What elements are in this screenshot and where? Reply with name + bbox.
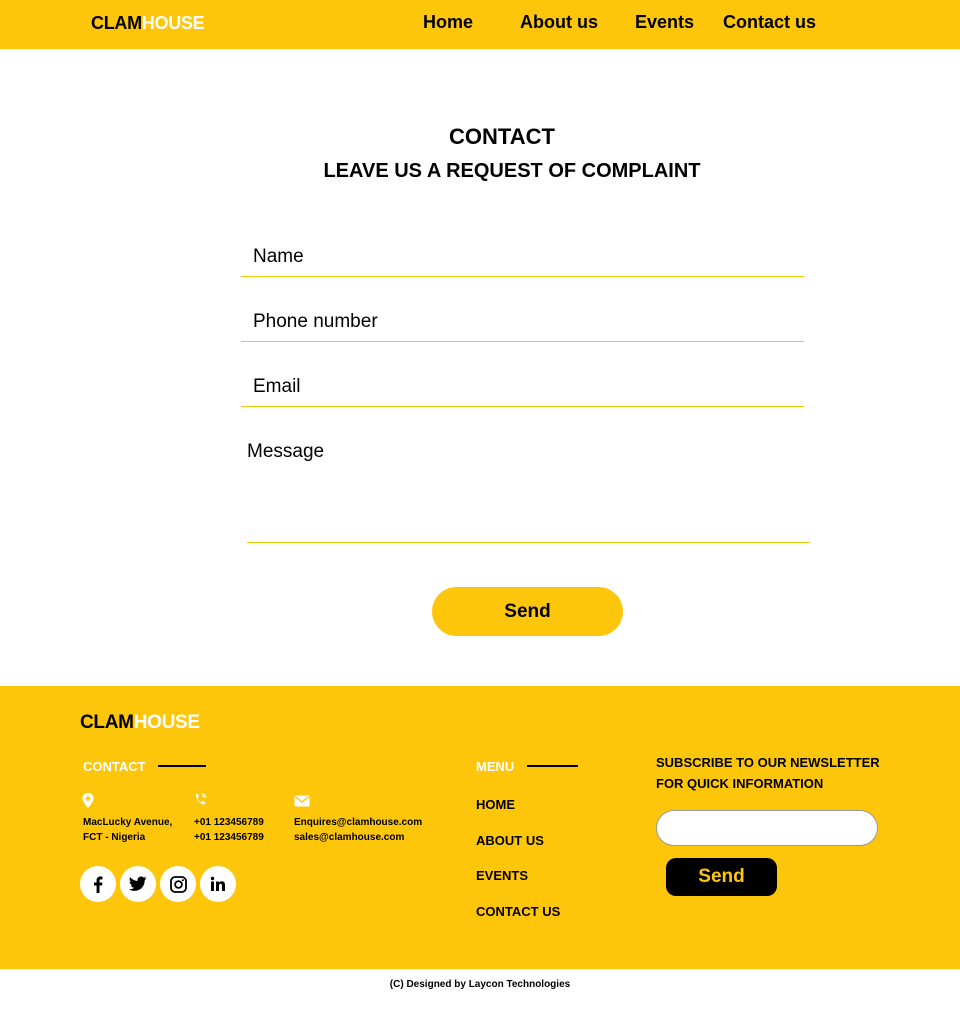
footer-menu-home[interactable]: HOME [476,797,515,812]
footer-logo-dark-text: CLAM [80,712,134,733]
footer: CLAMHOUSE CONTACT MacLucky Avenue, FCT -… [0,686,960,969]
nav-about[interactable]: About us [520,12,598,33]
newsletter-heading: SUBSCRIBE TO OUR NEWSLETTER FOR QUICK IN… [656,752,880,794]
envelope-icon [294,794,310,810]
message-placeholder: Message [247,441,325,462]
name-field[interactable]: Name [241,241,804,277]
header-logo[interactable]: CLAMHOUSE [91,13,205,34]
footer-logo[interactable]: CLAMHOUSE [80,712,200,734]
phone-number-1[interactable]: +01 123456789 [194,815,264,830]
email-address-1[interactable]: Enquires@clamhouse.com [294,815,422,830]
footer-menu-events[interactable]: EVENTS [476,868,528,883]
copyright-text: (C) Designed by Laycon Technologies [389,979,571,990]
phone-ringing-icon [193,792,209,808]
email-address-2[interactable]: sales@clamhouse.com [294,830,404,845]
location-pin-icon [80,792,96,808]
phone-placeholder: Phone number [253,311,378,332]
footer-menu-contact[interactable]: CONTACT US [476,904,560,919]
instagram-icon[interactable] [160,866,196,902]
page-subtitle: LEAVE US A REQUEST OF COMPLAINT [323,160,701,182]
name-placeholder: Name [253,246,304,267]
page-title: CONTACT [449,124,555,149]
send-button[interactable]: Send [432,587,623,636]
twitter-icon[interactable] [120,866,156,902]
footer-contact-title: CONTACT [83,759,146,774]
newsletter-email-input[interactable] [656,810,878,846]
email-placeholder: Email [253,376,301,397]
footer-logo-light-text: HOUSE [133,712,200,733]
phone-number-2[interactable]: +01 123456789 [194,830,264,845]
email-field[interactable]: Email [241,371,804,407]
logo-light-text: HOUSE [141,13,205,33]
logo-dark-text: CLAM [91,13,142,33]
newsletter-heading-line-1: SUBSCRIBE TO OUR NEWSLETTER [656,755,880,770]
phone-field[interactable]: Phone number [241,306,804,342]
address-line-1: MacLucky Avenue, [83,817,173,828]
newsletter-heading-line-2: FOR QUICK INFORMATION [656,776,824,791]
contact-title-divider [158,765,206,767]
nav-contact[interactable]: Contact us [723,12,816,33]
nav-home[interactable]: Home [423,12,473,33]
menu-title-divider [527,765,578,767]
facebook-icon[interactable] [80,866,116,902]
newsletter-send-button[interactable]: Send [666,858,777,896]
footer-menu-title: MENU [476,759,515,774]
top-header: CLAMHOUSE Home About us Events Contact u… [0,0,960,49]
footer-menu-about[interactable]: ABOUT US [476,833,544,848]
nav-events[interactable]: Events [635,12,694,33]
message-field[interactable]: Message [247,431,810,543]
address-line-2: FCT - Nigeria [83,832,146,843]
linkedin-icon[interactable] [200,866,236,902]
